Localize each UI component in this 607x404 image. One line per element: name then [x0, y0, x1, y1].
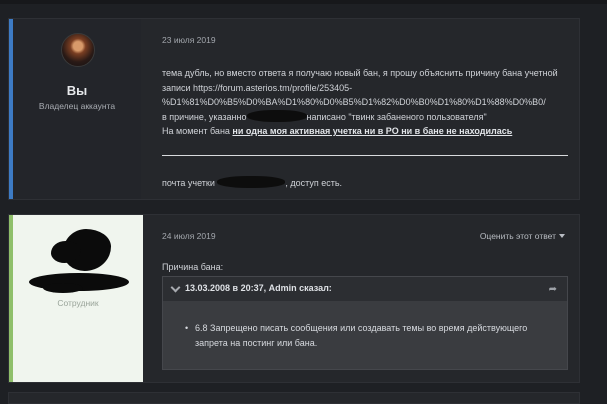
profile-link-line[interactable]: записи https://forum.asterios.tm/profile… [162, 81, 572, 96]
bullet-icon: • [185, 323, 189, 333]
author-role: Сотрудник [57, 298, 99, 308]
post-content: тема дубль, но вместо ответа я получаю н… [162, 66, 572, 139]
post-date[interactable]: 24 июля 2019 [162, 231, 216, 241]
redaction-mark [246, 109, 307, 122]
rate-answer-label: Оценить этот ответ [479, 231, 556, 241]
divider [162, 155, 568, 156]
rate-answer-button[interactable]: Оценить этот ответ [480, 231, 565, 241]
profile-link-line[interactable]: %D1%81%D0%B5%D0%BA%D1%80%D0%B5%D1%82%D0%… [162, 95, 572, 110]
emphasized-text: ни одна моя активная учетка ни в РО ни в… [232, 126, 513, 136]
author-role: Владелец аккаунта [38, 101, 116, 111]
text-fragment: почта учетки [162, 178, 218, 188]
redacted-name [43, 283, 83, 293]
quote-author: 13.03.2008 в 20:37, Admin сказал: [185, 283, 332, 293]
quote-item: 6.8 Запрещено писать сообщения или созда… [195, 323, 528, 348]
avatar[interactable] [61, 33, 95, 67]
forum-post-staff: Сотрудник 24 июля 2019 Оценить этот отве… [8, 214, 580, 383]
quote-body: • 6.8 Запрещено писать сообщения или соз… [185, 321, 549, 351]
chevron-down-icon[interactable] [170, 282, 181, 293]
ban-reason-label: Причина бана: [162, 262, 224, 272]
quote-header[interactable]: 13.03.2008 в 20:37, Admin сказал: ➦ [163, 277, 567, 301]
author-panel: Сотрудник [13, 215, 143, 382]
text-fragment: в причине, указанно [162, 111, 247, 122]
post-text-line: На момент бана ни одна моя активная учет… [162, 124, 572, 139]
post-date[interactable]: 23 июля 2019 [162, 35, 216, 45]
text-fragment: написано "твинк забаненого пользователя" [306, 111, 487, 122]
share-arrow-icon[interactable]: ➦ [549, 284, 557, 295]
quote-block: 13.03.2008 в 20:37, Admin сказал: ➦ • 6.… [162, 276, 568, 370]
forum-post-owner: Вы Владелец аккаунта 23 июля 2019 тема д… [8, 18, 580, 200]
text-fragment: На момент бана [162, 126, 233, 136]
post-text-line: тема дубль, но вместо ответа я получаю н… [162, 68, 558, 78]
redaction-mark [217, 176, 286, 188]
forum-post-next [8, 392, 580, 404]
post-text-line: в причине, указанно написано "твинк забан… [162, 109, 572, 125]
text-fragment: , доступ есть. [285, 178, 343, 188]
post-text-line: почта учетки , доступ есть. [162, 176, 342, 188]
author-name[interactable]: Вы [13, 83, 141, 98]
top-strip [0, 0, 607, 4]
author-panel: Вы Владелец аккаунта [13, 19, 141, 199]
caret-down-icon [559, 234, 565, 238]
